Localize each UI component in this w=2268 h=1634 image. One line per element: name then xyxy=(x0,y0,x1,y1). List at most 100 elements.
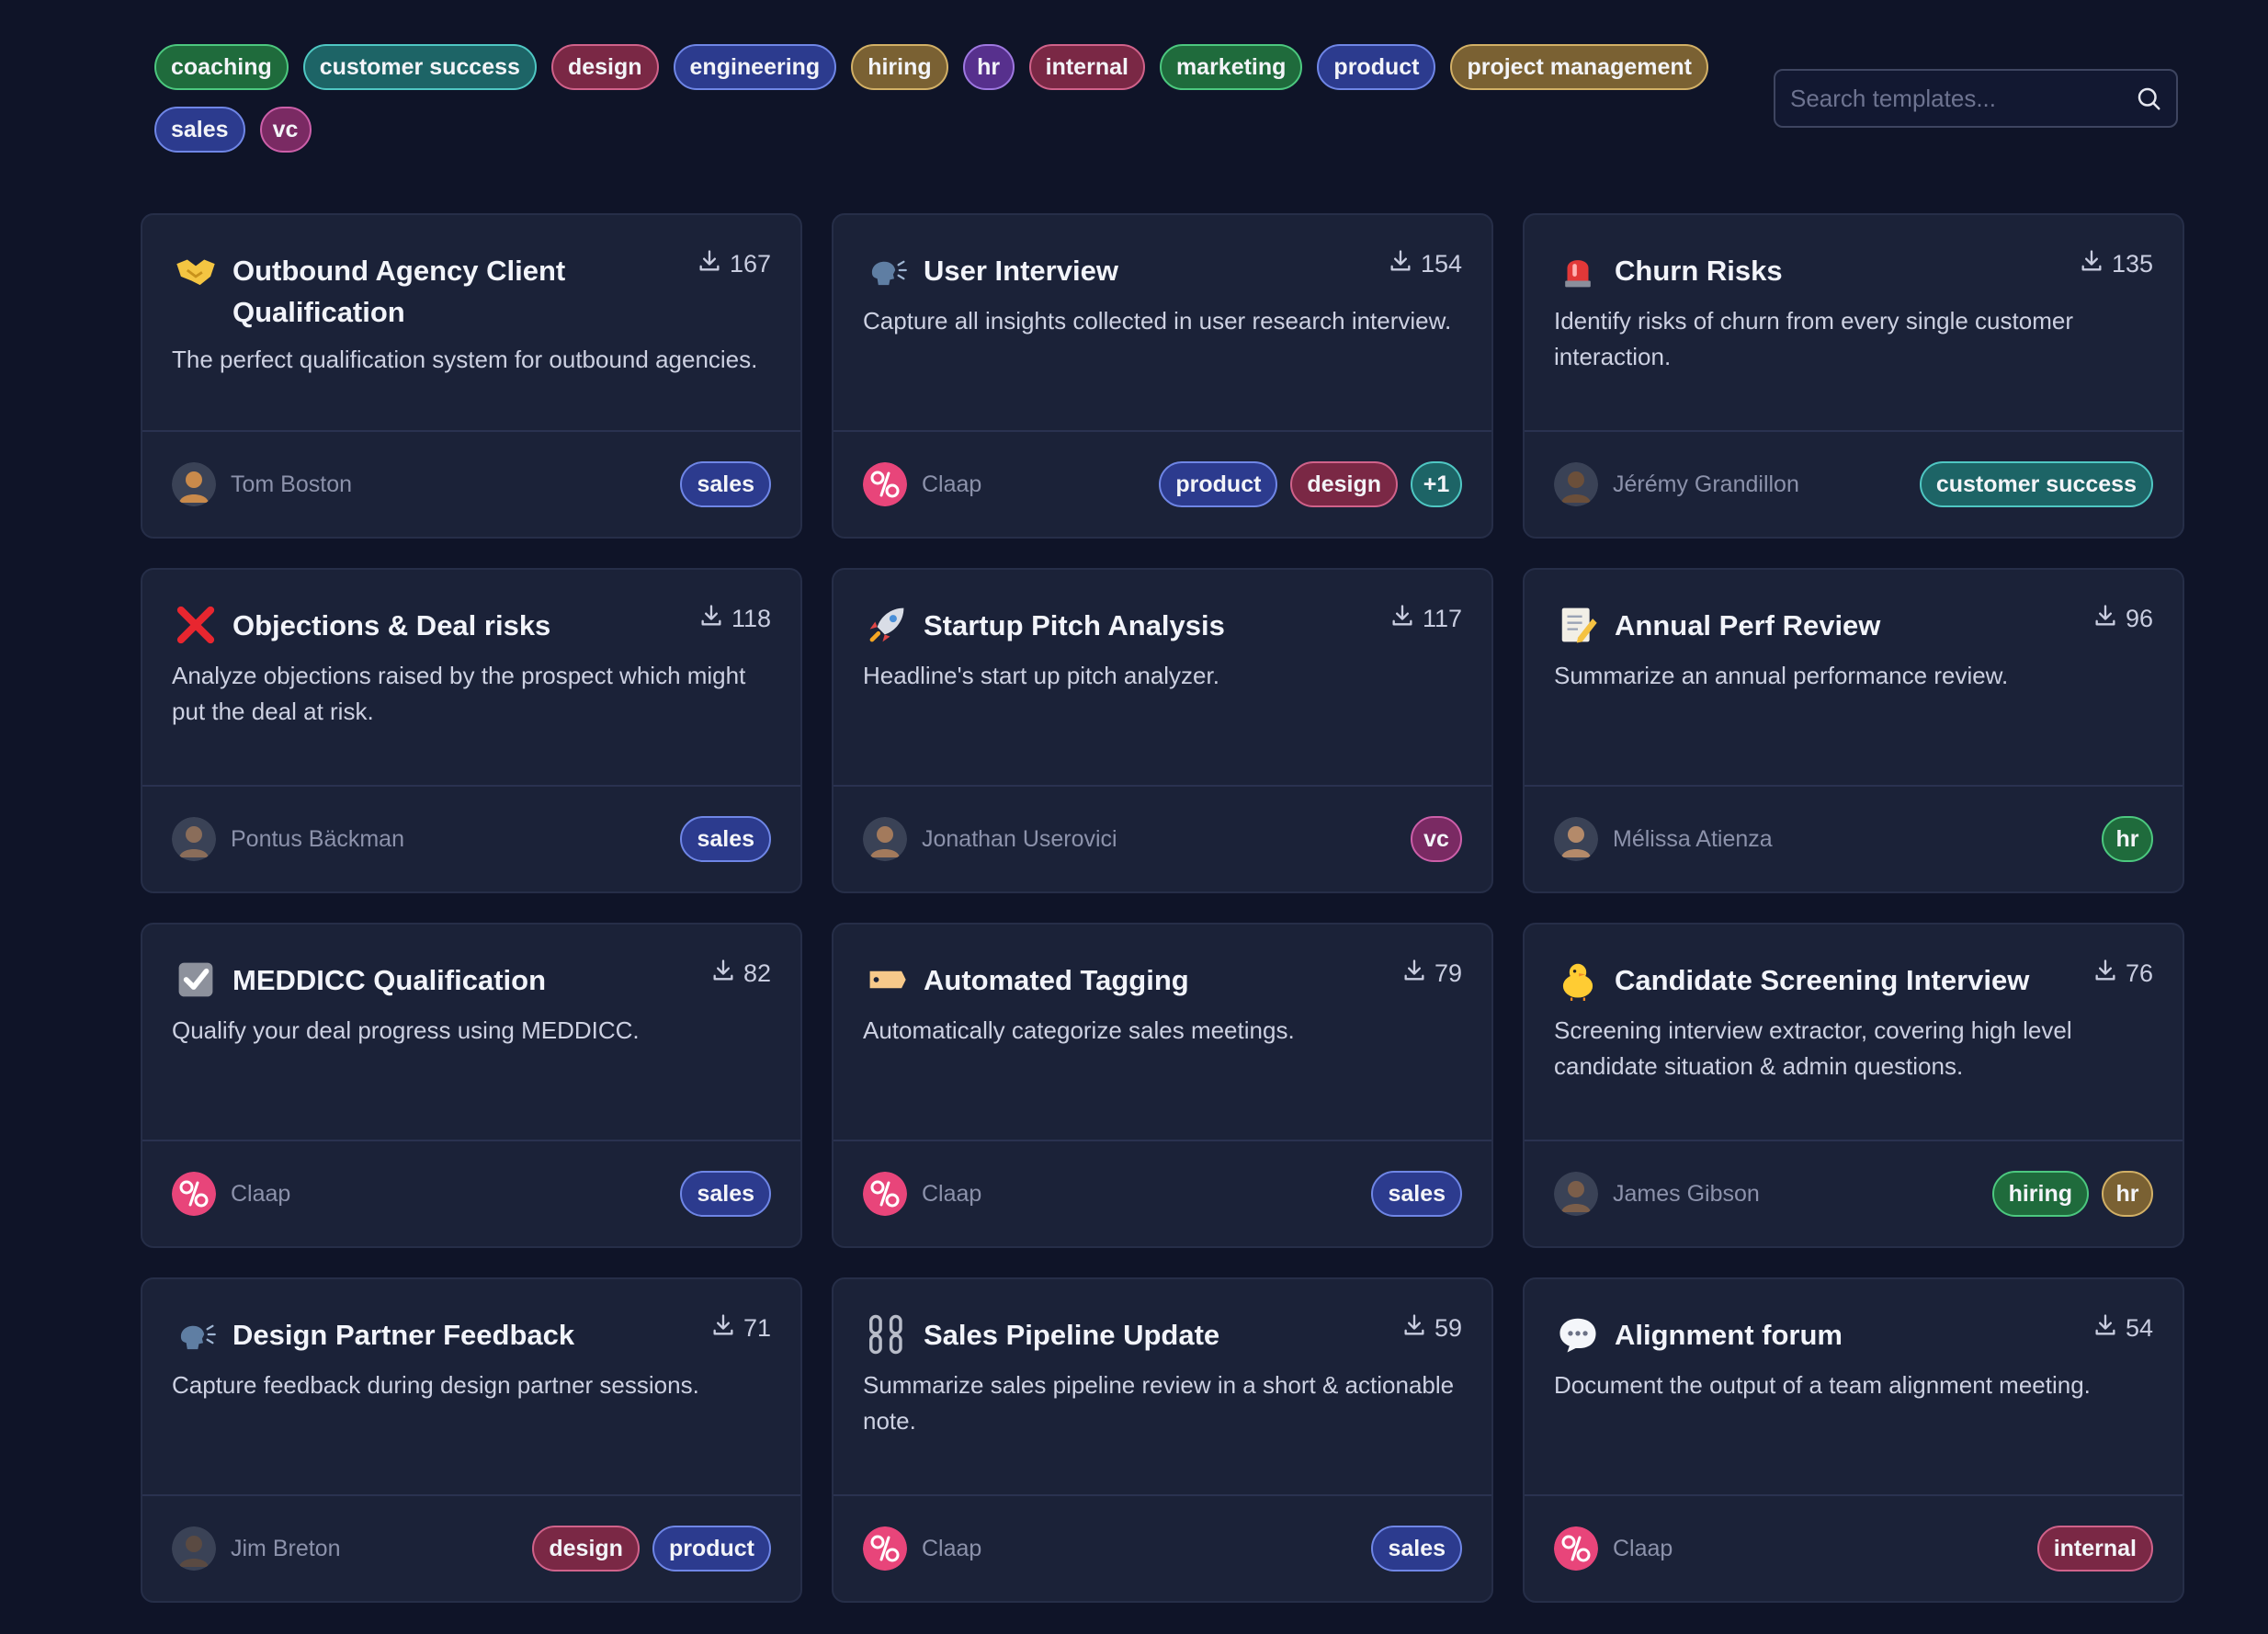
card-title: Outbound Agency Client Qualification xyxy=(232,255,566,328)
download-count-value: 135 xyxy=(2111,250,2153,278)
card-body: Alignment forum 54 Document the output of … xyxy=(1525,1279,2183,1494)
card-tags: hr xyxy=(2102,816,2153,862)
author-name: Mélissa Atienza xyxy=(1613,825,1773,852)
search-icon[interactable] xyxy=(2121,71,2176,126)
template-card[interactable]: Startup Pitch Analysis 117 Headline's star… xyxy=(832,568,1493,893)
card-tag[interactable]: sales xyxy=(680,461,771,507)
download-count: 59 xyxy=(1401,1312,1462,1345)
template-card[interactable]: Automated Tagging 79 Automatically categor… xyxy=(832,923,1493,1248)
author-name: Jim Breton xyxy=(231,1535,341,1561)
card-title-row: Alignment forum xyxy=(1554,1311,2153,1358)
card-body: Candidate Screening Interview 76 Screening… xyxy=(1525,925,2183,1140)
card-tag[interactable]: hiring xyxy=(1991,1171,2089,1217)
card-tag[interactable]: internal xyxy=(2036,1526,2153,1572)
card-footer: Pontus Bäckman sales xyxy=(142,785,800,891)
card-tag[interactable]: hr xyxy=(2102,816,2153,862)
card-tag[interactable]: sales xyxy=(1371,1171,1462,1217)
card-footer: Claap internal xyxy=(1525,1494,2183,1601)
filter-tag-customer-success[interactable]: customer success xyxy=(302,44,537,90)
card-body: Startup Pitch Analysis 117 Headline's star… xyxy=(833,570,1491,785)
card-title: Churn Risks xyxy=(1615,255,1783,287)
download-icon xyxy=(1388,248,1413,280)
author-name: Claap xyxy=(1613,1535,1673,1561)
download-icon xyxy=(2092,1312,2118,1345)
author-avatar xyxy=(172,1526,216,1571)
filter-tag-hr[interactable]: hr xyxy=(962,44,1015,90)
filter-tag-sales[interactable]: sales xyxy=(154,107,245,153)
card-description: The perfect qualification system for out… xyxy=(172,346,758,373)
card-tag[interactable]: sales xyxy=(680,816,771,862)
claap-logo-avatar xyxy=(1554,1526,1598,1571)
download-count: 71 xyxy=(710,1312,771,1345)
card-tag[interactable]: vc xyxy=(1411,816,1462,862)
rocket-icon xyxy=(863,601,911,649)
template-card[interactable]: Annual Perf Review 96 Summarize an annual … xyxy=(1523,568,2184,893)
card-title-row: Candidate Screening Interview xyxy=(1554,956,2153,1004)
filter-tag-product[interactable]: product xyxy=(1317,44,1436,90)
template-card[interactable]: Sales Pipeline Update 59 Summarize sales p… xyxy=(832,1277,1493,1603)
card-tag[interactable]: product xyxy=(652,1526,771,1572)
card-description: Summarize an annual performance review. xyxy=(1554,662,2009,689)
card-tags: sales xyxy=(680,1171,771,1217)
template-card[interactable]: MEDDICC Qualification 82 Qualify your deal… xyxy=(141,923,802,1248)
card-tag[interactable]: customer success xyxy=(1919,461,2153,507)
card-description: Document the output of a team alignment … xyxy=(1554,1371,2091,1399)
card-tags: sales xyxy=(680,816,771,862)
card-tag[interactable]: sales xyxy=(680,1171,771,1217)
card-footer: Claap sales xyxy=(142,1140,800,1246)
card-body: Churn Risks 135 Identify risks of churn fr… xyxy=(1525,215,2183,430)
template-card[interactable]: Churn Risks 135 Identify risks of churn fr… xyxy=(1523,213,2184,539)
search-input[interactable] xyxy=(1775,71,2121,126)
download-count: 96 xyxy=(2092,603,2153,635)
card-tags: vc xyxy=(1411,816,1462,862)
claap-logo-avatar xyxy=(863,1526,907,1571)
card-title: Annual Perf Review xyxy=(1615,609,1881,641)
card-body: Objections & Deal risks 118 Analyze object… xyxy=(142,570,800,785)
card-body: User Interview 154 Capture all insights co… xyxy=(833,215,1491,430)
download-icon xyxy=(2092,603,2118,635)
card-tag[interactable]: design xyxy=(532,1526,640,1572)
card-footer: Jim Breton design product xyxy=(142,1494,800,1601)
card-title-row: MEDDICC Qualification xyxy=(172,956,771,1004)
template-card[interactable]: Outbound Agency Client Qualification 167 T… xyxy=(141,213,802,539)
download-count-value: 118 xyxy=(731,605,771,632)
download-count: 118 xyxy=(698,603,771,635)
download-count-value: 96 xyxy=(2125,605,2153,632)
filter-tag-project-management[interactable]: project management xyxy=(1450,44,1708,90)
card-tags: hiring hr xyxy=(1991,1171,2153,1217)
filter-tag-hiring[interactable]: hiring xyxy=(851,44,948,90)
more-tags-badge[interactable]: +1 xyxy=(1411,461,1462,507)
filter-tag-internal[interactable]: internal xyxy=(1028,44,1145,90)
template-grid: Outbound Agency Client Qualification 167 T… xyxy=(141,213,2184,1603)
template-card[interactable]: Objections & Deal risks 118 Analyze object… xyxy=(141,568,802,893)
card-footer: Jérémy Grandillon customer success xyxy=(1525,430,2183,537)
card-tag[interactable]: product xyxy=(1159,461,1278,507)
filter-tag-design[interactable]: design xyxy=(550,44,659,90)
download-count-value: 71 xyxy=(743,1314,771,1342)
template-card[interactable]: Alignment forum 54 Document the output of … xyxy=(1523,1277,2184,1603)
card-body: Automated Tagging 79 Automatically categor… xyxy=(833,925,1491,1140)
template-card[interactable]: User Interview 154 Capture all insights co… xyxy=(832,213,1493,539)
template-card[interactable]: Candidate Screening Interview 76 Screening… xyxy=(1523,923,2184,1248)
download-icon xyxy=(1401,958,1427,990)
download-count: 54 xyxy=(2092,1312,2153,1345)
card-tag[interactable]: hr xyxy=(2102,1171,2153,1217)
filter-tag-marketing[interactable]: marketing xyxy=(1159,44,1303,90)
card-tag[interactable]: sales xyxy=(1371,1526,1462,1572)
card-body: Annual Perf Review 96 Summarize an annual … xyxy=(1525,570,2183,785)
filter-tag-vc[interactable]: vc xyxy=(259,107,312,153)
card-description: Screening interview extractor, covering … xyxy=(1554,1016,2072,1080)
download-count: 117 xyxy=(1389,603,1462,635)
filter-tag-coaching[interactable]: coaching xyxy=(154,44,289,90)
card-description: Capture all insights collected in user r… xyxy=(863,307,1452,335)
card-tag[interactable]: design xyxy=(1290,461,1398,507)
template-card[interactable]: Design Partner Feedback 71 Capture feedbac… xyxy=(141,1277,802,1603)
card-title-row: Startup Pitch Analysis xyxy=(863,601,1462,649)
author-name: Claap xyxy=(922,1535,982,1561)
card-title: User Interview xyxy=(924,255,1118,287)
claap-logo-avatar xyxy=(863,1172,907,1216)
filter-tag-engineering[interactable]: engineering xyxy=(673,44,837,90)
download-count-value: 154 xyxy=(1420,250,1462,278)
chick-icon xyxy=(1554,956,1602,1004)
card-footer: Claap product design +1 xyxy=(833,430,1491,537)
